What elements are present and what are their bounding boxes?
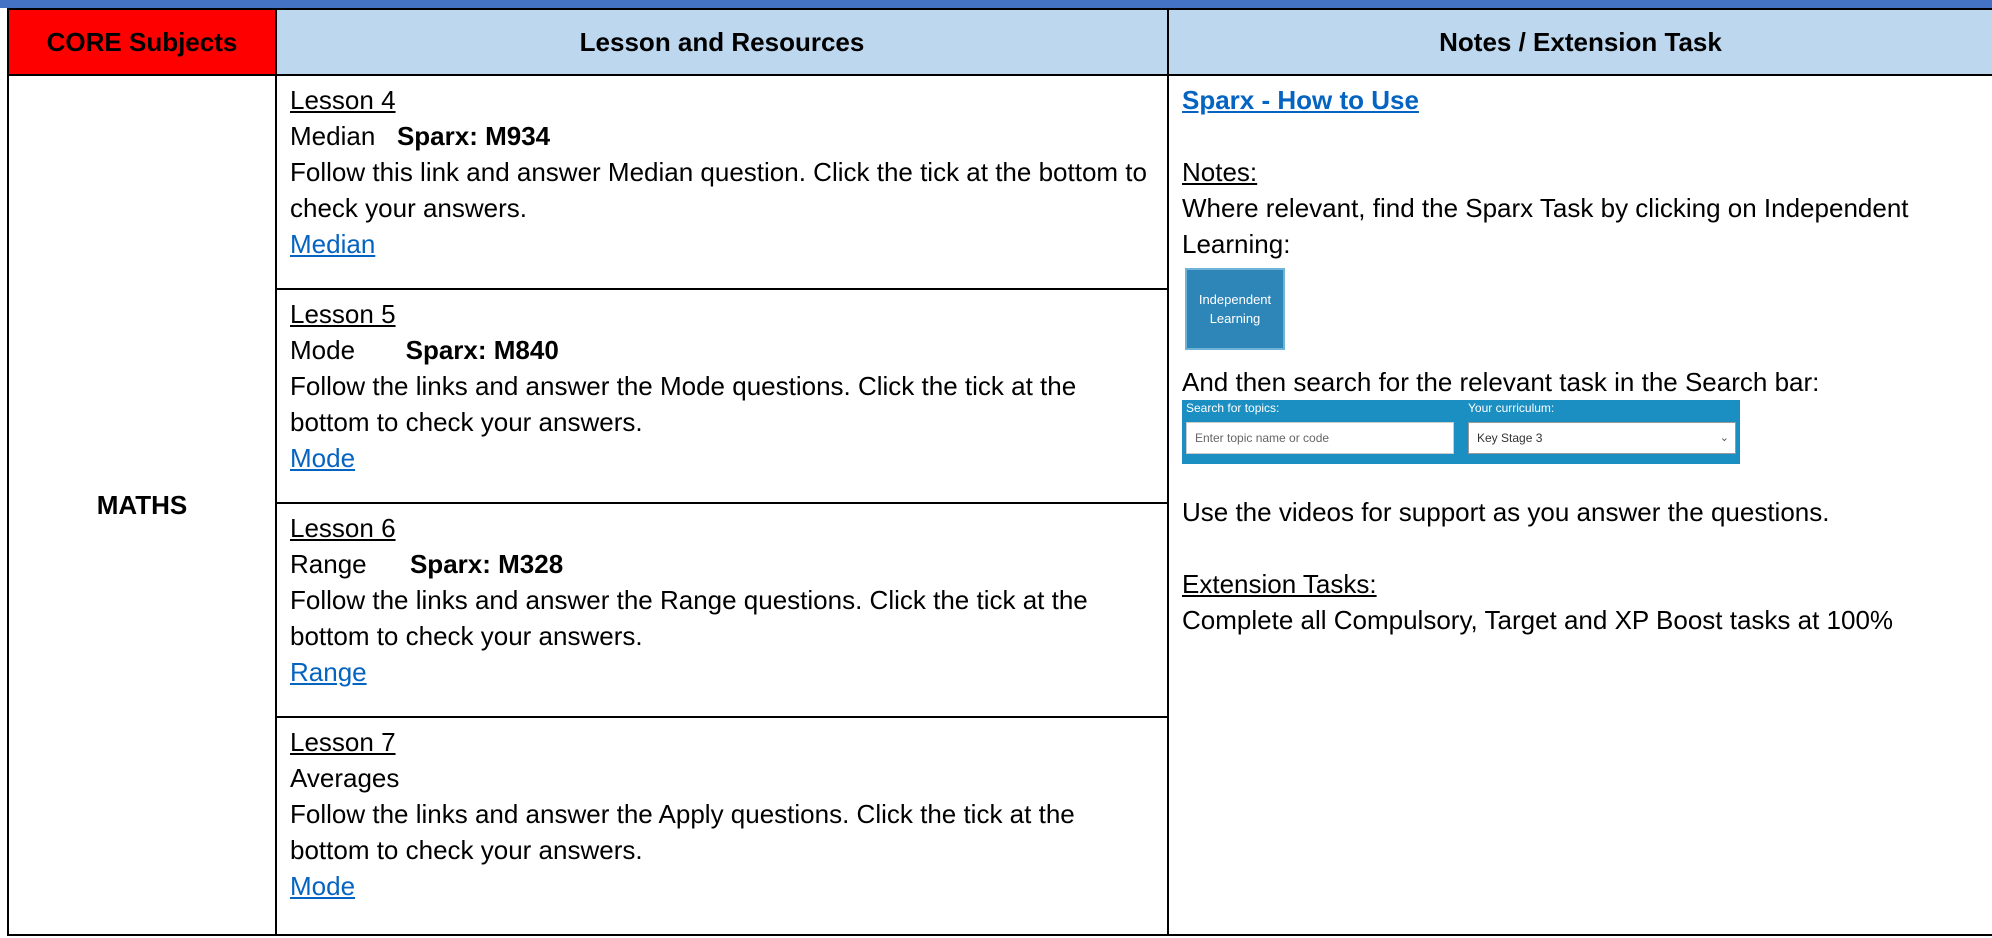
notes-cell: Sparx - How to Use Notes: Where relevant…	[1167, 74, 1992, 936]
lesson-title: Lesson 4	[290, 85, 396, 115]
search-input[interactable]: Enter topic name or code	[1186, 422, 1454, 454]
lesson-5: Lesson 5 Mode Sparx: M840 Follow the lin…	[277, 290, 1167, 502]
subject-cell: MATHS	[7, 74, 277, 936]
sparx-code: Sparx: M934	[396, 121, 551, 151]
notes-heading: Notes:	[1182, 157, 1258, 187]
lesson-topic: Averages	[290, 763, 400, 793]
search-label: Search for topics:	[1186, 401, 1280, 415]
lesson-topic-line: Mode Sparx: M840	[290, 332, 1155, 368]
header-row: CORE Subjects Lesson and Resources Notes…	[7, 8, 1992, 76]
lesson-topic: Range	[290, 549, 367, 579]
lesson-7: Lesson 7 Averages Follow the links and a…	[277, 718, 1167, 934]
videos-text: Use the videos for support as you answer…	[1182, 497, 1830, 527]
lesson-topic: Mode	[290, 335, 356, 365]
lesson-topic-line: Median Sparx: M934	[290, 118, 1155, 154]
curriculum-select[interactable]: Key Stage 3 ⌄	[1468, 422, 1736, 454]
lesson-topic: Median	[290, 121, 376, 151]
search-bar-image: Search for topics: Your curriculum: Ente…	[1182, 400, 1740, 464]
sparx-code: Sparx: M328	[409, 549, 564, 579]
lesson-link-mode[interactable]: Mode	[290, 443, 355, 473]
notes-panel: Sparx - How to Use Notes: Where relevant…	[1169, 76, 1992, 638]
search-instruction: And then search for the relevant task in…	[1182, 367, 1820, 397]
lesson-instruction: Follow this link and answer Median quest…	[290, 157, 1147, 223]
table-row: MATHS Lesson 4 Median Sparx: M934 Follow…	[7, 74, 1992, 936]
extension-text: Complete all Compulsory, Target and XP B…	[1182, 605, 1894, 635]
header-core-subjects: CORE Subjects	[7, 8, 277, 76]
sparx-code: Sparx: M840	[405, 335, 559, 365]
curriculum-label: Your curriculum:	[1468, 401, 1555, 415]
header-notes-extension: Notes / Extension Task	[1167, 8, 1992, 76]
lesson-cell: Lesson 4 Median Sparx: M934 Follow this …	[275, 74, 1169, 290]
lesson-schedule-table: CORE Subjects Lesson and Resources Notes…	[7, 8, 1992, 936]
notes-text: Where relevant, find the Sparx Task by c…	[1182, 193, 1909, 259]
lesson-topic-line: Range Sparx: M328	[290, 546, 1155, 582]
lesson-link-range[interactable]: Range	[290, 657, 367, 687]
independent-learning-button[interactable]: Independent Learning	[1185, 268, 1285, 350]
lesson-instruction: Follow the links and answer the Range qu…	[290, 585, 1088, 651]
lesson-6: Lesson 6 Range Sparx: M328 Follow the li…	[277, 504, 1167, 716]
lesson-cell: Lesson 6 Range Sparx: M328 Follow the li…	[275, 502, 1169, 718]
lesson-link-median[interactable]: Median	[290, 229, 375, 259]
top-band	[0, 0, 1992, 8]
lesson-title: Lesson 5	[290, 299, 396, 329]
lesson-instruction: Follow the links and answer the Apply qu…	[290, 799, 1075, 865]
il-line-2: Learning	[1209, 311, 1261, 326]
lesson-title: Lesson 7	[290, 727, 396, 757]
chevron-down-icon: ⌄	[1719, 432, 1729, 444]
curriculum-value: Key Stage 3	[1477, 431, 1543, 445]
lesson-cell: Lesson 7 Averages Follow the links and a…	[275, 716, 1169, 936]
extension-heading: Extension Tasks:	[1182, 569, 1377, 599]
lesson-link-mode[interactable]: Mode	[290, 871, 355, 901]
lesson-cell: Lesson 5 Mode Sparx: M840 Follow the lin…	[275, 288, 1169, 504]
header-lesson-resources: Lesson and Resources	[275, 8, 1169, 76]
sparx-how-to-use-link[interactable]: Sparx - How to Use	[1182, 85, 1419, 115]
lesson-title: Lesson 6	[290, 513, 396, 543]
lesson-instruction: Follow the links and answer the Mode que…	[290, 371, 1077, 437]
il-line-1: Independent	[1198, 292, 1272, 307]
lesson-4: Lesson 4 Median Sparx: M934 Follow this …	[277, 76, 1167, 288]
